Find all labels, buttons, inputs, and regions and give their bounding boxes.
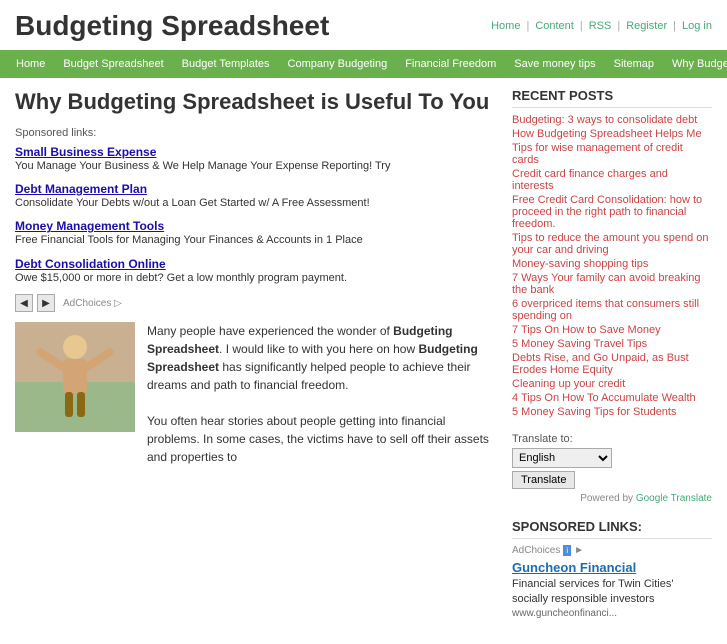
nav-financial-freedom[interactable]: Financial Freedom (397, 55, 504, 73)
sponsored-label: Sponsored links: (15, 127, 497, 139)
content-bottom: Many people have experienced the wonder … (15, 322, 497, 466)
ad-next-button[interactable]: ▶ (37, 294, 55, 312)
sponsor-url: www.guncheonfinanci... (512, 608, 712, 619)
recent-post-3[interactable]: Credit card finance charges and interest… (512, 168, 712, 192)
content-paragraph-1: Many people have experienced the wonder … (147, 322, 497, 394)
recent-post-1[interactable]: How Budgeting Spreadsheet Helps Me (512, 128, 712, 140)
nav-company-budgeting[interactable]: Company Budgeting (280, 55, 396, 73)
adchoices-arrow: ► (574, 545, 584, 556)
content-paragraph-2: You often hear stories about people gett… (147, 412, 497, 466)
nav-home[interactable]: Home (8, 55, 53, 73)
recent-post-0[interactable]: Budgeting: 3 ways to consolidate debt (512, 114, 712, 126)
ad-text-1: You Manage Your Business & We Help Manag… (15, 159, 497, 174)
header-link-register[interactable]: Register (626, 20, 667, 32)
ad-title-2[interactable]: Debt Management Plan (15, 182, 497, 196)
ad-item-3: Money Management Tools Free Financial To… (15, 219, 497, 248)
sponsor-title[interactable]: Guncheon Financial (512, 560, 712, 575)
recent-post-4[interactable]: Free Credit Card Consolidation: how to p… (512, 194, 712, 230)
recent-post-14[interactable]: 5 Money Saving Tips for Students (512, 406, 712, 418)
nav-sitemap[interactable]: Sitemap (606, 55, 662, 73)
recent-post-5[interactable]: Tips to reduce the amount you spend on y… (512, 232, 712, 256)
ad-text-2: Consolidate Your Debts w/out a Loan Get … (15, 196, 497, 211)
nav-budget-templates[interactable]: Budget Templates (174, 55, 278, 73)
translate-select[interactable]: English (512, 448, 612, 468)
ad-text-4: Owe $15,000 or more in debt? Get a low m… (15, 271, 497, 286)
ad-title-1[interactable]: Small Business Expense (15, 145, 497, 159)
translate-button[interactable]: Translate (512, 471, 575, 489)
google-translate-link[interactable]: Google Translate (636, 493, 712, 504)
recent-post-9[interactable]: 7 Tips On How to Save Money (512, 324, 712, 336)
ad-item-4: Debt Consolidation Online Owe $15,000 or… (15, 257, 497, 286)
recent-post-7[interactable]: 7 Ways Your family can avoid breaking th… (512, 272, 712, 296)
adchoices-icon: i (563, 545, 571, 556)
page-title: Why Budgeting Spreadsheet is Useful To Y… (15, 88, 497, 117)
recent-posts-title: RECENT POSTS (512, 88, 712, 108)
content-text: Many people have experienced the wonder … (147, 322, 497, 466)
header-link-home[interactable]: Home (491, 20, 520, 32)
recent-post-2[interactable]: Tips for wise management of credit cards (512, 142, 712, 166)
recent-post-8[interactable]: 6 overpriced items that consumers still … (512, 298, 712, 322)
translate-section: Translate to: English Translate Powered … (512, 433, 712, 504)
recent-post-6[interactable]: Money-saving shopping tips (512, 258, 712, 270)
adchoices-text: AdChoices (512, 545, 560, 556)
nav-save-money[interactable]: Save money tips (506, 55, 603, 73)
translate-label: Translate to: (512, 433, 712, 445)
navbar: Home Budget Spreadsheet Budget Templates… (0, 50, 727, 78)
ad-navigation: ◀ ▶ AdChoices ▷ (15, 294, 497, 312)
recent-posts-section: RECENT POSTS Budgeting: 3 ways to consol… (512, 88, 712, 418)
nav-why-budgeting[interactable]: Why Budgeting (664, 55, 727, 73)
header-link-rss[interactable]: RSS (589, 20, 612, 32)
recent-post-12[interactable]: Cleaning up your credit (512, 378, 712, 390)
sidebar-sponsor: Guncheon Financial Financial services fo… (512, 560, 712, 619)
header-links: Home | Content | RSS | Register | Log in (491, 20, 712, 32)
ad-text-3: Free Financial Tools for Managing Your F… (15, 233, 497, 248)
nav-budget-spreadsheet[interactable]: Budget Spreadsheet (55, 55, 171, 73)
sponsored-links-title: SPONSORED LINKS: (512, 519, 712, 539)
sponsor-text: Financial services for Twin Cities' soci… (512, 577, 712, 608)
site-title: Budgeting Spreadsheet (15, 10, 329, 42)
header-link-content[interactable]: Content (535, 20, 574, 32)
recent-post-11[interactable]: Debts Rise, and Go Unpaid, as Bust Erode… (512, 352, 712, 376)
ad-item-1: Small Business Expense You Manage Your B… (15, 145, 497, 174)
content-area: Why Budgeting Spreadsheet is Useful To Y… (15, 88, 497, 634)
ad-title-3[interactable]: Money Management Tools (15, 219, 497, 233)
sidebar-adchoices: AdChoices i ► (512, 545, 712, 556)
page-header: Budgeting Spreadsheet Home | Content | R… (0, 0, 727, 50)
header-link-login[interactable]: Log in (682, 20, 712, 32)
ad-title-4[interactable]: Debt Consolidation Online (15, 257, 497, 271)
sidebar: RECENT POSTS Budgeting: 3 ways to consol… (512, 88, 712, 634)
powered-by: Powered by Google Translate (512, 493, 712, 504)
ad-item-2: Debt Management Plan Consolidate Your De… (15, 182, 497, 211)
recent-post-13[interactable]: 4 Tips On How To Accumulate Wealth (512, 392, 712, 404)
recent-post-10[interactable]: 5 Money Saving Travel Tips (512, 338, 712, 350)
main-content: Why Budgeting Spreadsheet is Useful To Y… (0, 78, 727, 644)
sponsored-links-section: SPONSORED LINKS: AdChoices i ► Guncheon … (512, 519, 712, 619)
ad-prev-button[interactable]: ◀ (15, 294, 33, 312)
content-image (15, 322, 135, 432)
adchoices-label: AdChoices ▷ (63, 298, 122, 309)
